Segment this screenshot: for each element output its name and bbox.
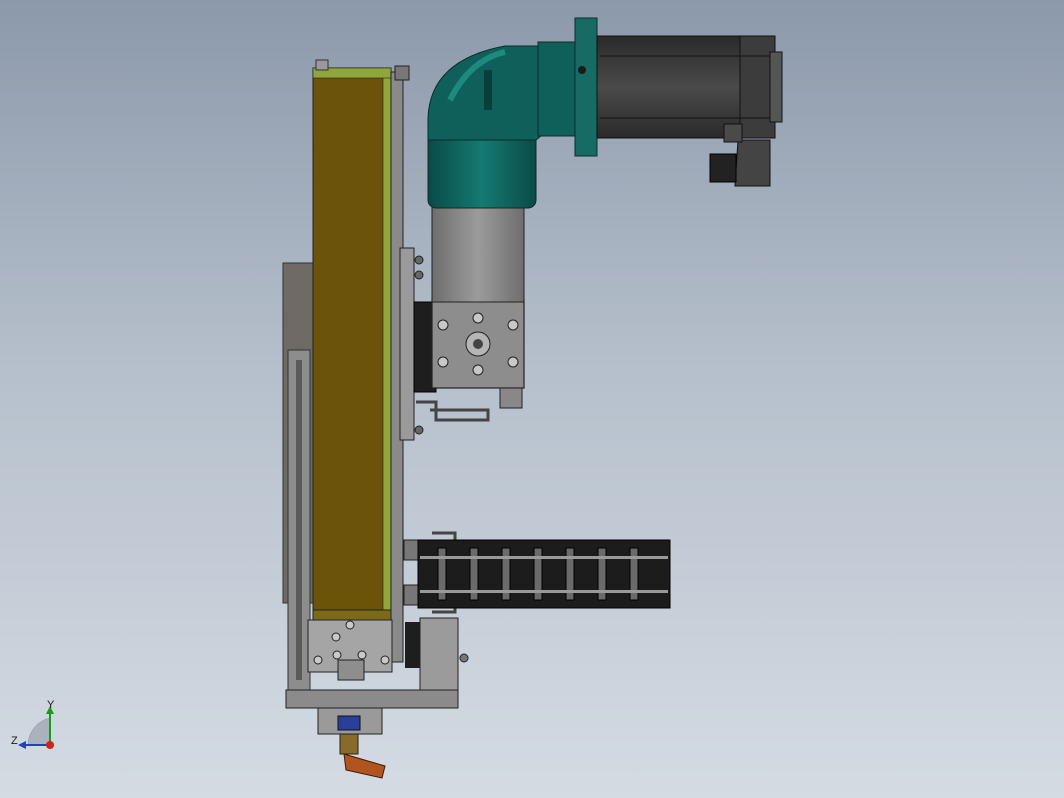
slider-block [413, 281, 525, 422]
linear-actuator [312, 59, 392, 623]
assembly-drawing [282, 17, 783, 779]
servo-motor [596, 35, 783, 187]
triad-backplane [27, 717, 51, 746]
lower-bracket [285, 617, 469, 779]
triad-z-label: Z [11, 735, 18, 747]
x-axis-arrow-red [46, 741, 54, 749]
cad-viewport[interactable]: Y Z [0, 0, 1064, 798]
cable-drag-chain [403, 531, 671, 614]
triad-y-label: Y [47, 699, 55, 711]
coordinate-triad [18, 706, 54, 749]
right-angle-gearbox [427, 17, 598, 209]
reducer-adapter [431, 200, 525, 303]
z-axis-arrowhead [18, 741, 26, 749]
